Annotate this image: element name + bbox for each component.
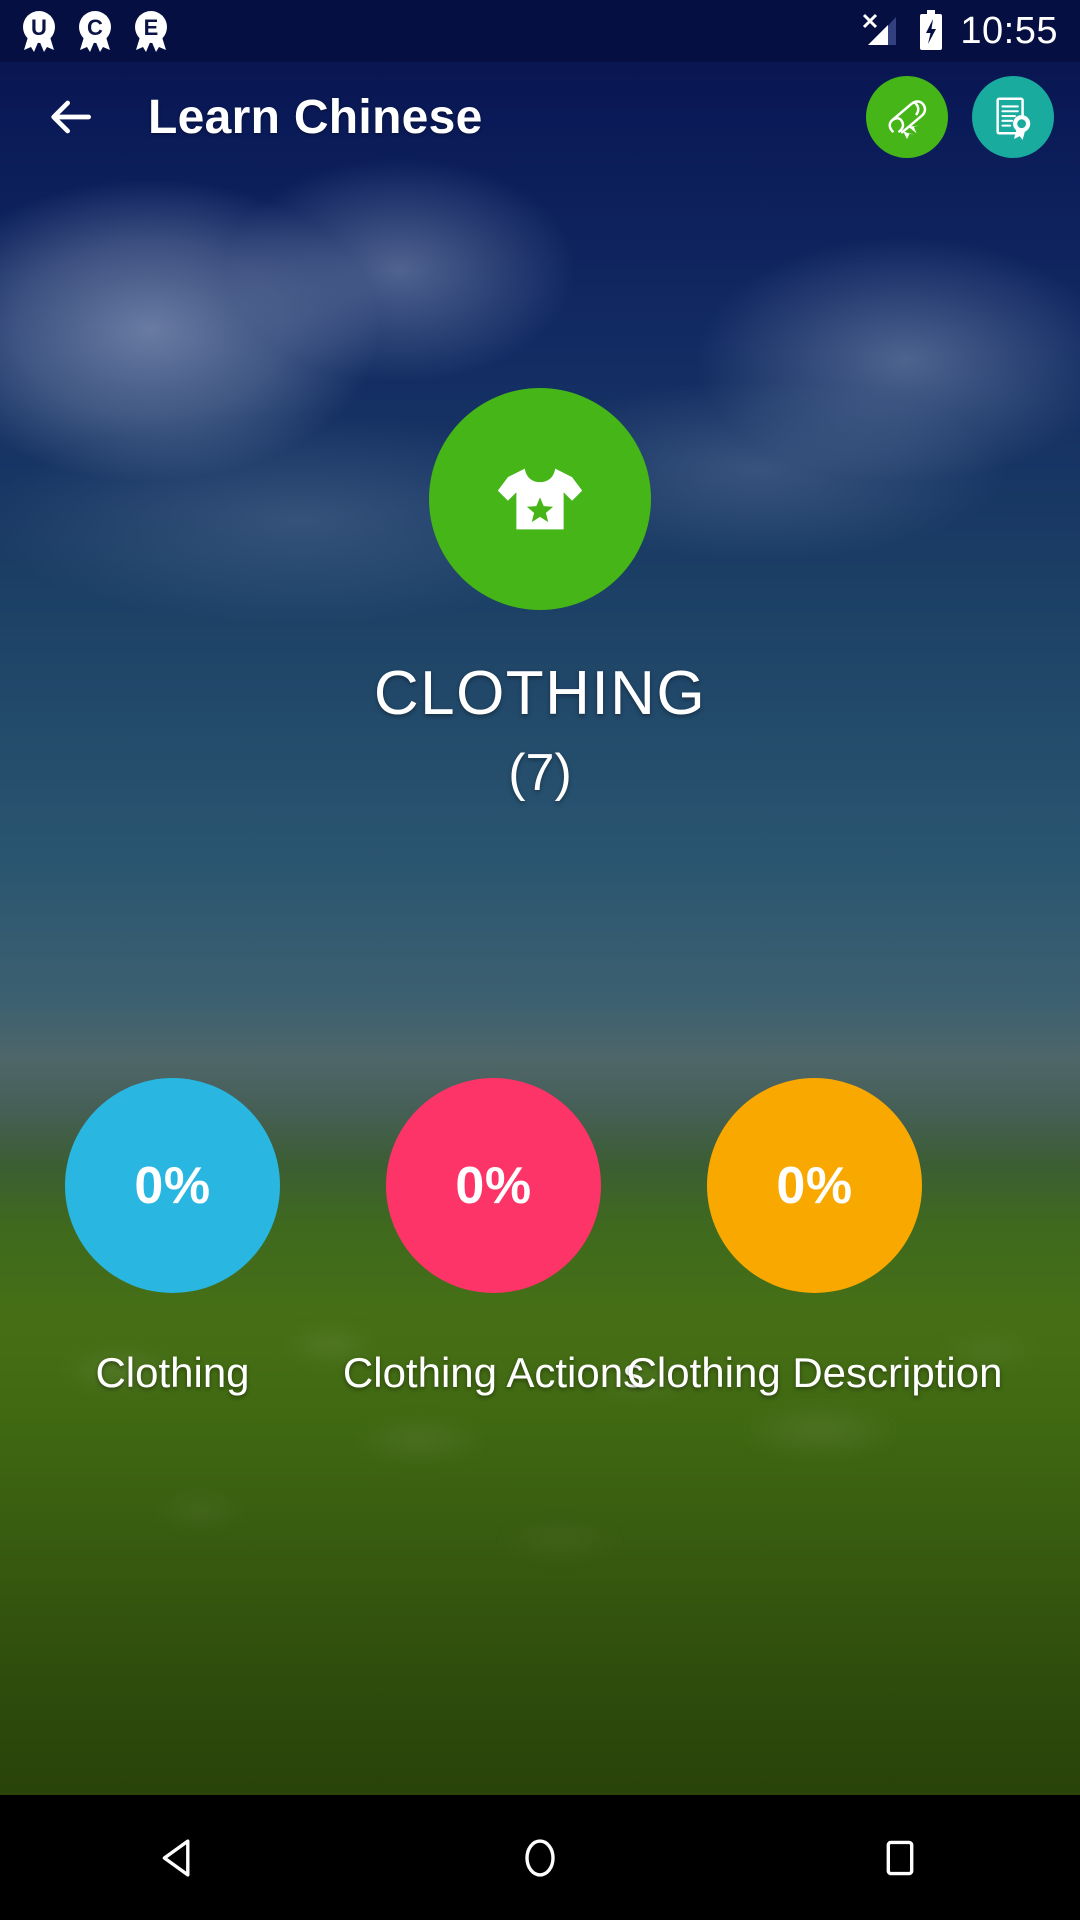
certificate-award-icon	[996, 97, 1031, 140]
status-bar-system-icons: 10:55	[858, 10, 1058, 52]
certificate-button[interactable]	[972, 76, 1054, 158]
lesson-progress-percent: 0%	[776, 1156, 853, 1215]
lesson-label: Clothing Description	[626, 1349, 1003, 1396]
lesson-progress-percent: 0%	[455, 1156, 532, 1215]
app-bar: Learn Chinese	[0, 62, 1080, 172]
battery-charging-icon	[920, 10, 943, 50]
category-hero: CLOTHING (7)	[0, 388, 1080, 803]
background-image	[0, 0, 1080, 1920]
nav-recents-button[interactable]	[825, 1795, 975, 1920]
nav-back-icon	[162, 1838, 190, 1877]
nav-back-button[interactable]	[105, 1795, 255, 1920]
nav-home-icon	[525, 1838, 555, 1877]
diploma-button[interactable]	[866, 76, 948, 158]
category-icon-button[interactable]	[429, 388, 651, 610]
notification-letter: E	[143, 14, 159, 40]
notification-icon-c: C	[74, 9, 116, 53]
lesson-progress-circle[interactable]: 0%	[386, 1078, 601, 1293]
lesson-item[interactable]: 0% Clothing	[65, 1078, 280, 1397]
page-title: Learn Chinese	[148, 90, 483, 144]
lesson-label: Clothing Actions	[342, 1349, 645, 1396]
android-navigation-bar	[0, 1795, 1080, 1920]
category-count: (7)	[508, 744, 572, 802]
tshirt-icon	[497, 468, 583, 530]
lesson-item[interactable]: 0% Clothing Actions	[343, 1078, 644, 1397]
diploma-scroll-icon	[888, 100, 927, 140]
lesson-list: 0% Clothing 0% Clothing Actions 0% Cloth…	[65, 1078, 1002, 1397]
notification-letter: U	[31, 14, 47, 40]
app-bar-actions	[866, 76, 1054, 158]
lesson-label: Clothing	[95, 1349, 250, 1396]
nav-recents-icon	[886, 1840, 914, 1875]
lesson-progress-circle[interactable]: 0%	[707, 1078, 922, 1293]
lesson-progress-percent: 0%	[134, 1156, 211, 1215]
lesson-progress-circle[interactable]: 0%	[65, 1078, 280, 1293]
status-bar: U C E 10:55	[0, 0, 1080, 62]
status-bar-clock: 10:55	[960, 10, 1058, 52]
signal-no-sim-icon	[863, 13, 897, 45]
lesson-item[interactable]: 0% Clothing Description	[627, 1078, 1002, 1397]
status-bar-notifications: U C E	[18, 9, 172, 53]
category-name: CLOTHING	[373, 659, 707, 728]
back-arrow-icon[interactable]	[42, 89, 98, 145]
phone-screen: U C E 10:55 Learn Chinese CLOTHING (7) 0…	[0, 0, 1080, 1920]
notification-icon-e: E	[130, 9, 172, 53]
notification-letter: C	[87, 14, 103, 40]
nav-home-button[interactable]	[465, 1795, 615, 1920]
notification-icon-u: U	[18, 9, 60, 53]
